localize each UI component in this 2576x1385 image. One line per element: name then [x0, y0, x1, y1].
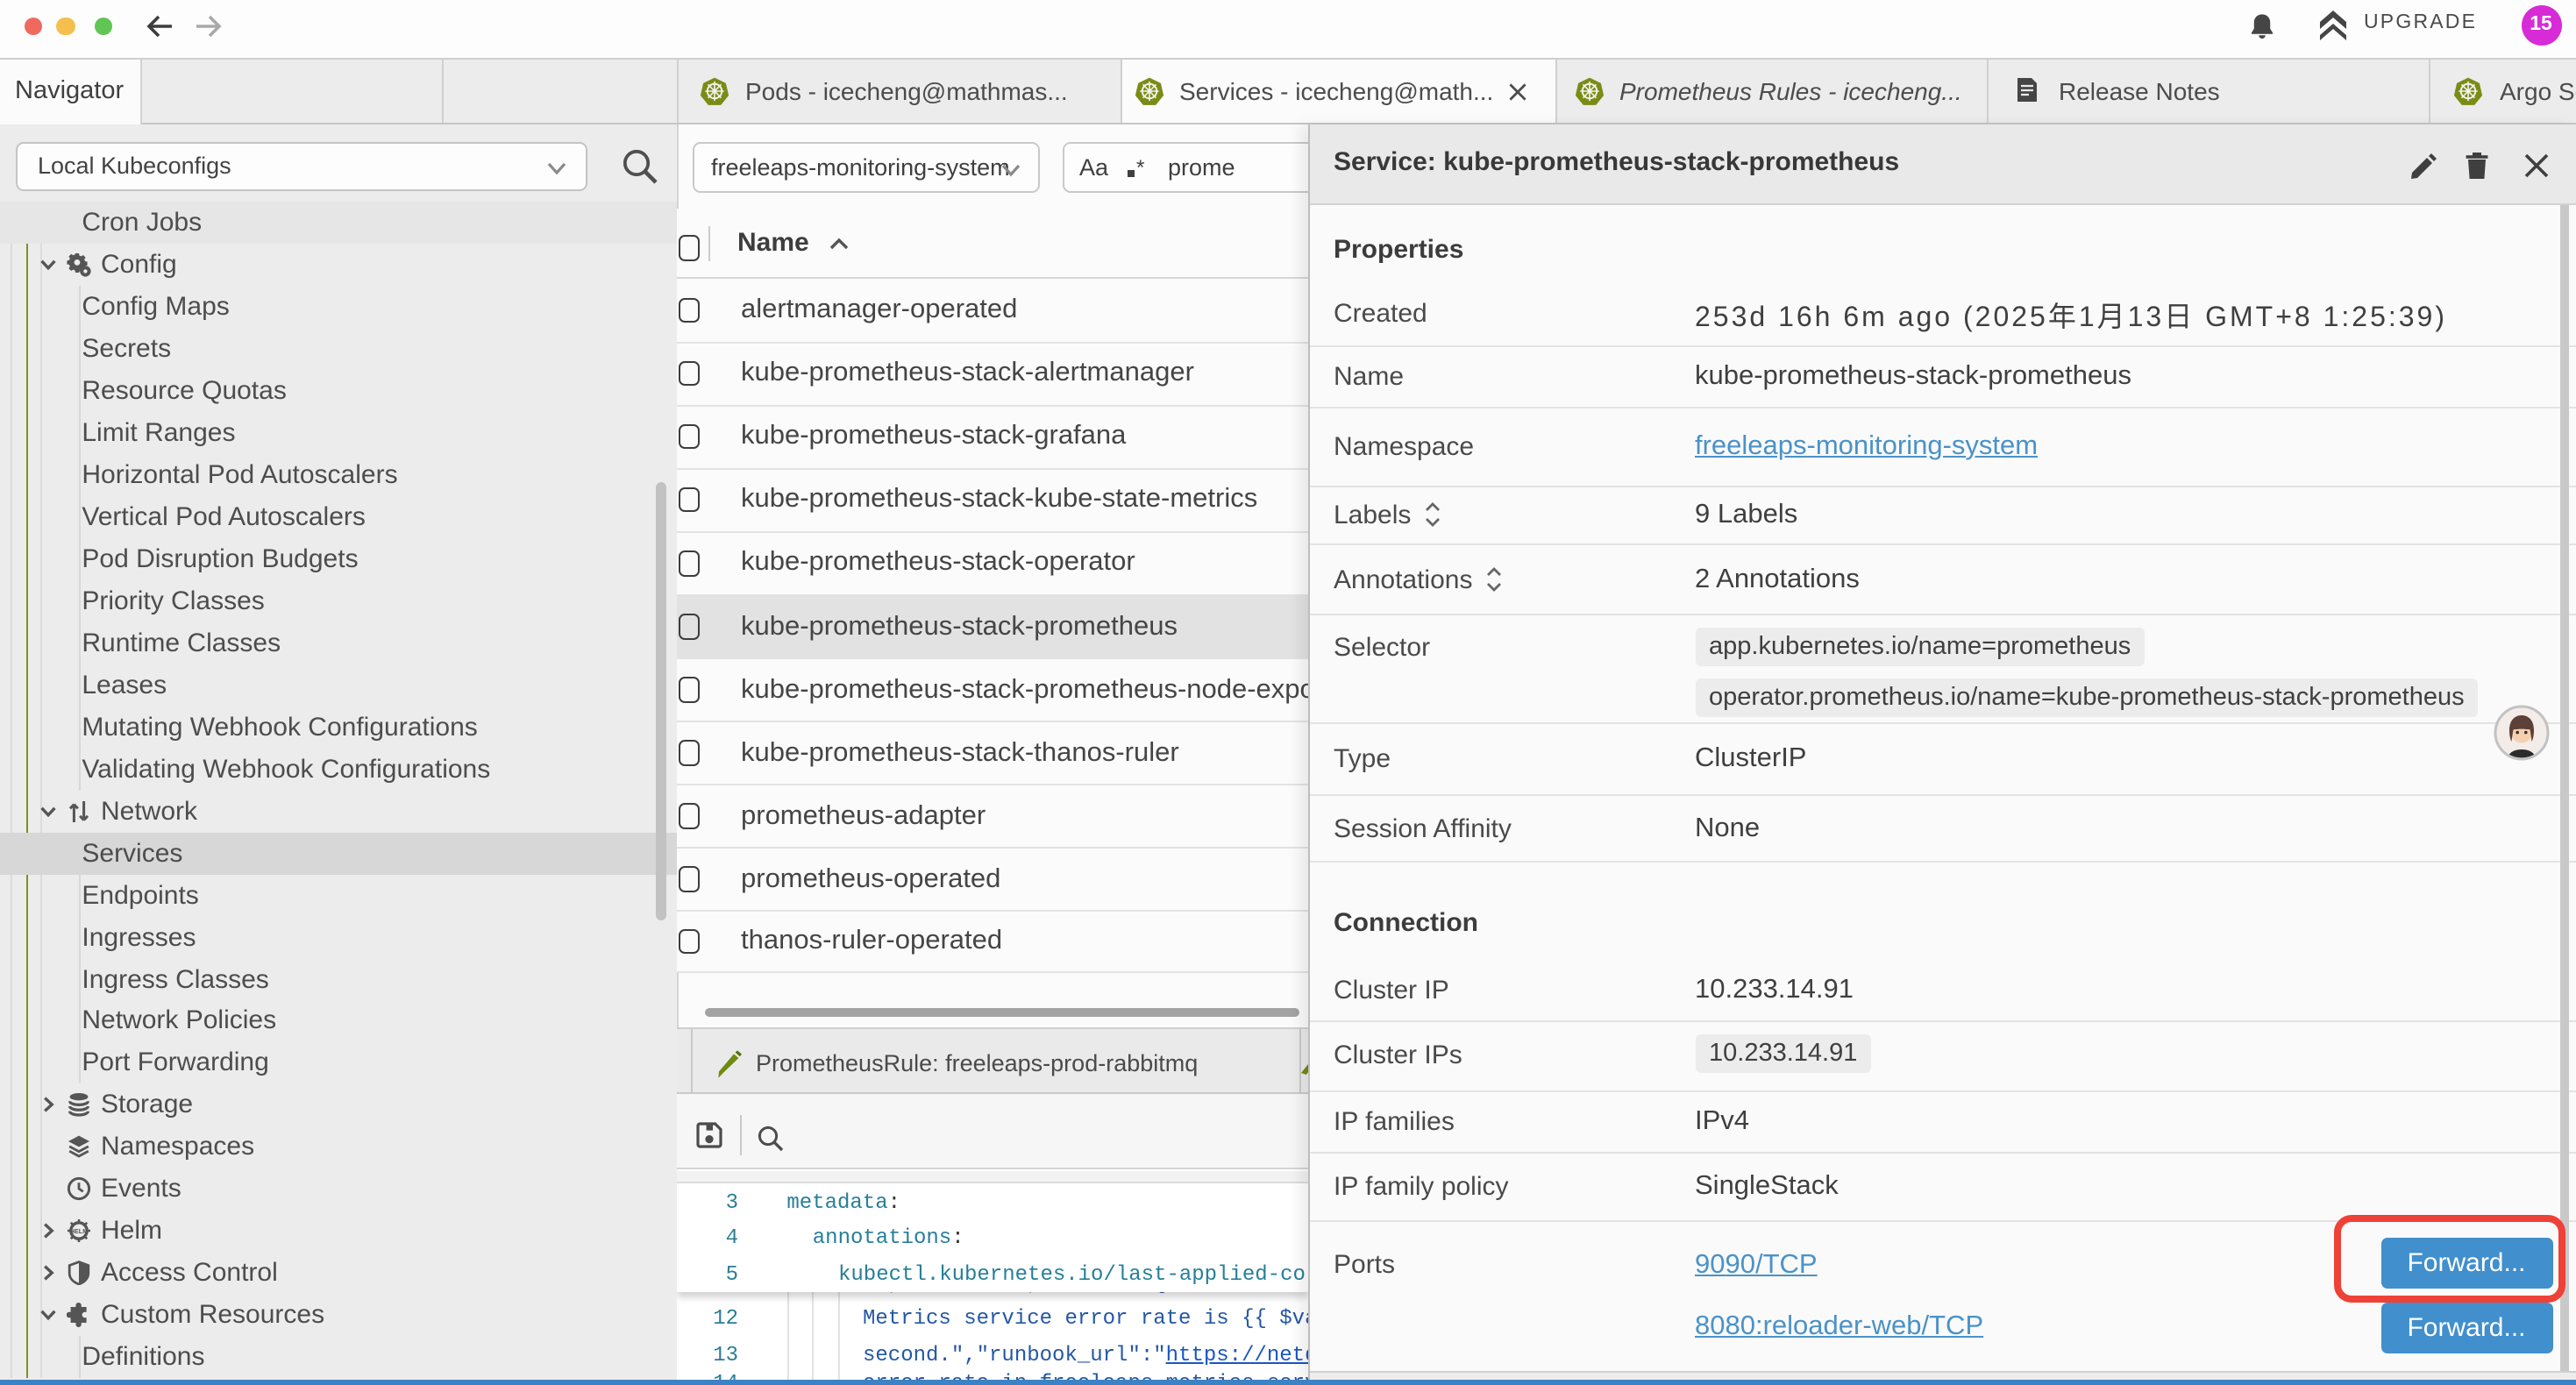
svg-text:*: *: [1135, 158, 1143, 180]
svg-text:HELM: HELM: [70, 1227, 88, 1235]
